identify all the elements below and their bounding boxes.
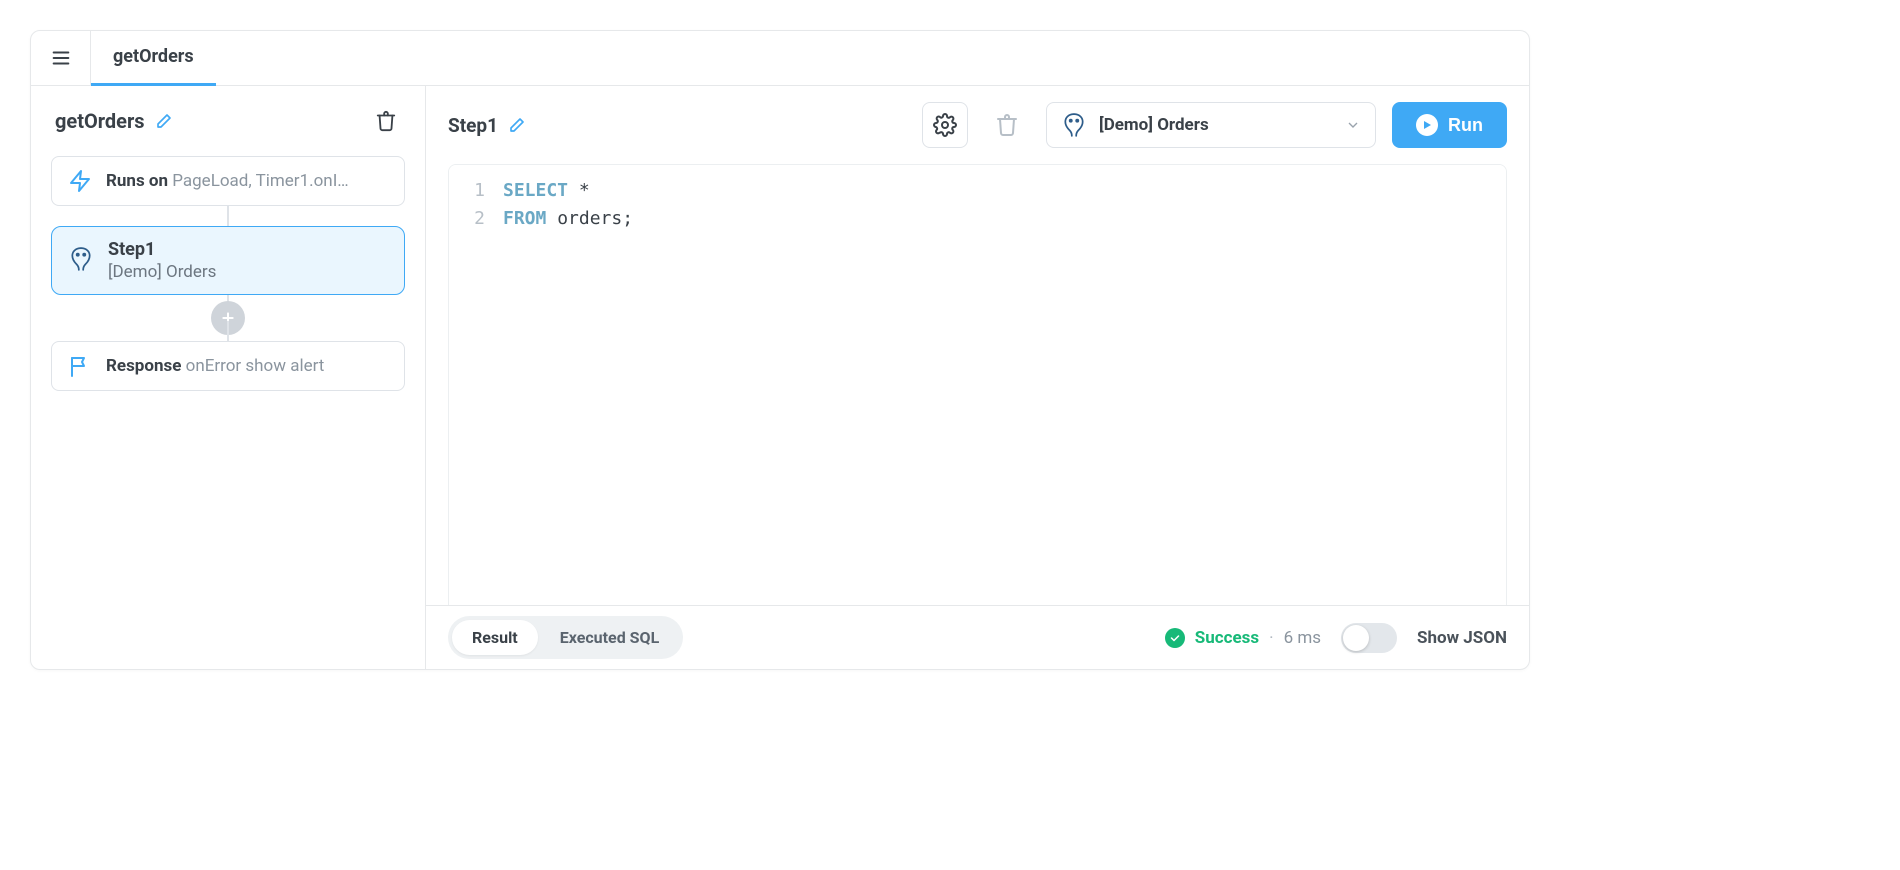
status-label: Success: [1195, 628, 1259, 648]
body: getOrders Runs on PageLoad, Timer1.onI…: [31, 86, 1529, 669]
main-header: Step1 [Demo] Orders Run: [426, 86, 1529, 164]
lightning-icon: [68, 169, 92, 193]
step-card[interactable]: Step1 [Demo] Orders: [51, 226, 405, 295]
line-gutter: 1 2: [449, 165, 497, 605]
edit-icon[interactable]: [508, 116, 526, 134]
status: Success · 6 ms: [1165, 628, 1321, 648]
response-text: Response onError show alert: [106, 356, 324, 376]
query-tab[interactable]: getOrders: [91, 31, 216, 86]
result-tabs: Result Executed SQL: [448, 616, 683, 659]
trash-icon: [995, 113, 1019, 137]
edit-icon[interactable]: [155, 112, 173, 130]
step-datasource: [Demo] Orders: [108, 262, 216, 282]
gear-icon: [933, 113, 957, 137]
hamburger-icon: [50, 47, 72, 69]
step-name: Step1: [108, 239, 216, 260]
run-button[interactable]: Run: [1392, 102, 1507, 148]
sidebar-header: getOrders: [51, 106, 405, 140]
code-content[interactable]: SELECT * FROM orders;: [497, 165, 1506, 605]
show-json-label: Show JSON: [1417, 628, 1507, 648]
play-icon: [1421, 119, 1433, 131]
menu-button[interactable]: [31, 31, 91, 86]
tab-executed-sql[interactable]: Executed SQL: [540, 620, 680, 655]
datasource-label: [Demo] Orders: [1099, 115, 1333, 135]
trigger-text: Runs on PageLoad, Timer1.onI…: [106, 171, 349, 191]
result-footer: Result Executed SQL Success · 6 ms Show …: [426, 605, 1529, 669]
step-title: Step1: [448, 114, 498, 137]
postgres-icon: [68, 246, 94, 272]
settings-button[interactable]: [922, 102, 968, 148]
status-time: 6 ms: [1284, 628, 1321, 648]
chevron-down-icon: [1345, 117, 1361, 133]
main: Step1 [Demo] Orders Run: [426, 86, 1529, 669]
trigger-card[interactable]: Runs on PageLoad, Timer1.onI…: [51, 156, 405, 206]
tab-result[interactable]: Result: [452, 620, 538, 655]
query-editor-panel: getOrders getOrders Runs on PageLoad,: [30, 30, 1530, 670]
delete-query-button[interactable]: [371, 106, 401, 136]
connector: [227, 321, 229, 341]
show-json-toggle[interactable]: [1341, 623, 1397, 653]
sidebar: getOrders Runs on PageLoad, Timer1.onI…: [31, 86, 426, 669]
delete-step-button[interactable]: [984, 102, 1030, 148]
datasource-select[interactable]: [Demo] Orders: [1046, 102, 1376, 148]
trash-icon: [375, 110, 397, 132]
postgres-icon: [1061, 112, 1087, 138]
response-card[interactable]: Response onError show alert: [51, 341, 405, 391]
flag-icon: [68, 354, 92, 378]
check-icon: [1169, 632, 1181, 644]
run-label: Run: [1448, 115, 1483, 136]
topbar: getOrders: [31, 31, 1529, 86]
connector: [227, 206, 229, 226]
query-name: getOrders: [55, 109, 145, 133]
code-editor[interactable]: 1 2 SELECT * FROM orders;: [448, 164, 1507, 605]
